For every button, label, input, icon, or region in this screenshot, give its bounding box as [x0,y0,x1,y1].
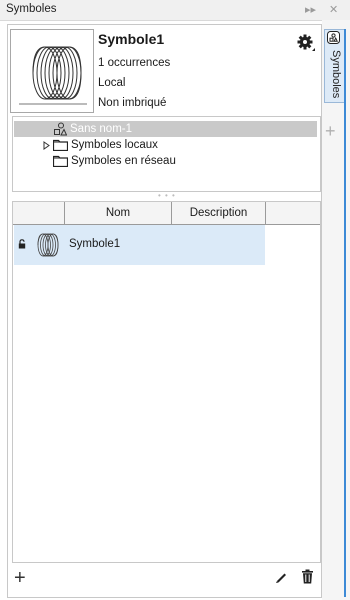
symbols-table: Nom Description Symbole1 [12,201,321,563]
tree-item-local-symbols[interactable]: Symboles locaux [43,137,158,153]
tree-item-document[interactable]: Sans nom-1 [53,121,132,137]
symbol-scope: Local [98,77,126,89]
symbol-preview [10,29,94,113]
tree-item-network-symbols[interactable]: Symboles en réseau [53,153,176,169]
table-row[interactable]: Symbole1 [14,225,265,265]
splitter-handle[interactable]: • • • [158,191,176,200]
pencil-icon[interactable] [274,570,288,584]
folder-icon [53,139,68,151]
symbol-nesting: Non imbriqué [98,97,167,109]
expand-arrow-icon[interactable] [43,140,50,150]
symbol-name: Symbole1 [98,31,165,47]
trash-icon[interactable] [301,569,314,584]
close-panel-button[interactable]: ✕ [329,3,338,16]
symbol-library-tree: Sans nom-1 Symboles locaux Symboles en r… [12,116,321,192]
column-header-extra[interactable] [266,202,319,224]
add-symbol-button[interactable]: + [14,568,26,588]
column-header-name[interactable]: Nom [65,202,172,224]
folder-icon [53,155,68,167]
symbol-occurrences: 1 occurrences [98,57,171,69]
collapse-panel-button[interactable]: ▸▸ [305,3,316,16]
tree-item-label: Sans nom-1 [70,123,133,135]
symbols-tab-icon [327,31,340,44]
lock-icon[interactable] [18,239,26,249]
gear-icon[interactable] [297,34,315,52]
coil-icon [37,233,59,257]
tree-item-label: Symboles locaux [71,139,158,151]
row-symbol-name: Symbole1 [69,238,121,250]
panel-title-bar: Symboles ▸▸ ✕ [0,0,350,21]
column-header-description[interactable]: Description [172,202,266,224]
table-header: Nom Description [13,202,320,225]
add-docker-tab-button[interactable]: + [325,122,336,140]
tab-symbols-label: Symboles [330,50,342,99]
column-header-preview[interactable] [13,202,65,224]
tree-item-label: Symboles en réseau [71,155,176,167]
document-shapes-icon [54,122,67,136]
active-tab-accent [344,29,346,597]
panel-title: Symboles [6,3,57,15]
coil-icon [19,46,87,105]
